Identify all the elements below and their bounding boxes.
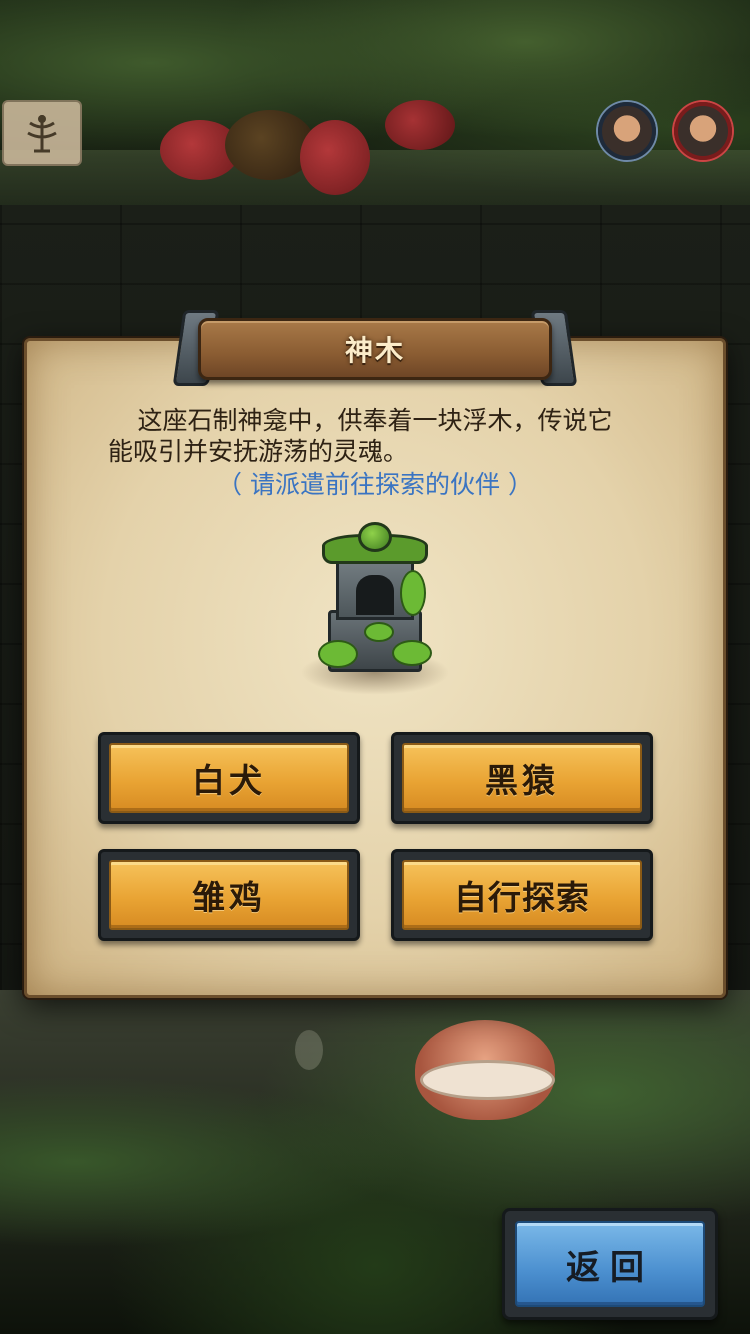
send-monkey-button[interactable]: 黑猿 [391,732,653,824]
party-member-avatar[interactable] [674,102,732,160]
send-dog-label: 白犬 [109,743,349,813]
dirt-path [0,150,750,210]
moss-clump [400,570,426,616]
totem-icon[interactable] [2,100,82,166]
dispatch-hint: （ 请派遣前往探索的伙伴 ） [217,470,533,499]
moss-clump [392,640,432,666]
back-button-label: 返回 [515,1221,705,1307]
event-description: 这座石制神龛中，供奉着一块浮木，传说它 能吸引并安抚游荡的灵魂。 [70,405,680,467]
moss-covered-stone-shrine-icon [300,520,450,695]
claw-creature-enemy [385,100,455,150]
dialog-title: 神木 [344,334,405,367]
dialog-title-plank: 神木 [172,310,578,386]
totem-glyph-icon [27,115,57,153]
send-monkey-label: 黑猿 [402,743,642,813]
moss-clump [364,622,394,642]
moss-clump [318,640,358,668]
send-dog-button[interactable]: 白犬 [98,732,360,824]
description-line-1: 这座石制神龛中，供奉着一块浮木，传说它 [137,406,613,435]
shrine-finial [358,522,392,552]
send-chick-button[interactable]: 雏鸡 [98,849,360,941]
explore-self-button[interactable]: 自行探索 [391,849,653,941]
bowl-rim [420,1060,555,1100]
send-chick-label: 雏鸡 [109,860,349,930]
red-creature-enemy [300,120,370,195]
description-line-2: 能吸引并安抚游荡的灵魂。 [108,437,409,466]
footprint-icon [295,1030,323,1070]
party-member-avatar[interactable] [598,102,656,160]
explore-self-label: 自行探索 [402,860,642,930]
shrine-niche [356,575,394,615]
back-button[interactable]: 返回 [502,1208,718,1320]
